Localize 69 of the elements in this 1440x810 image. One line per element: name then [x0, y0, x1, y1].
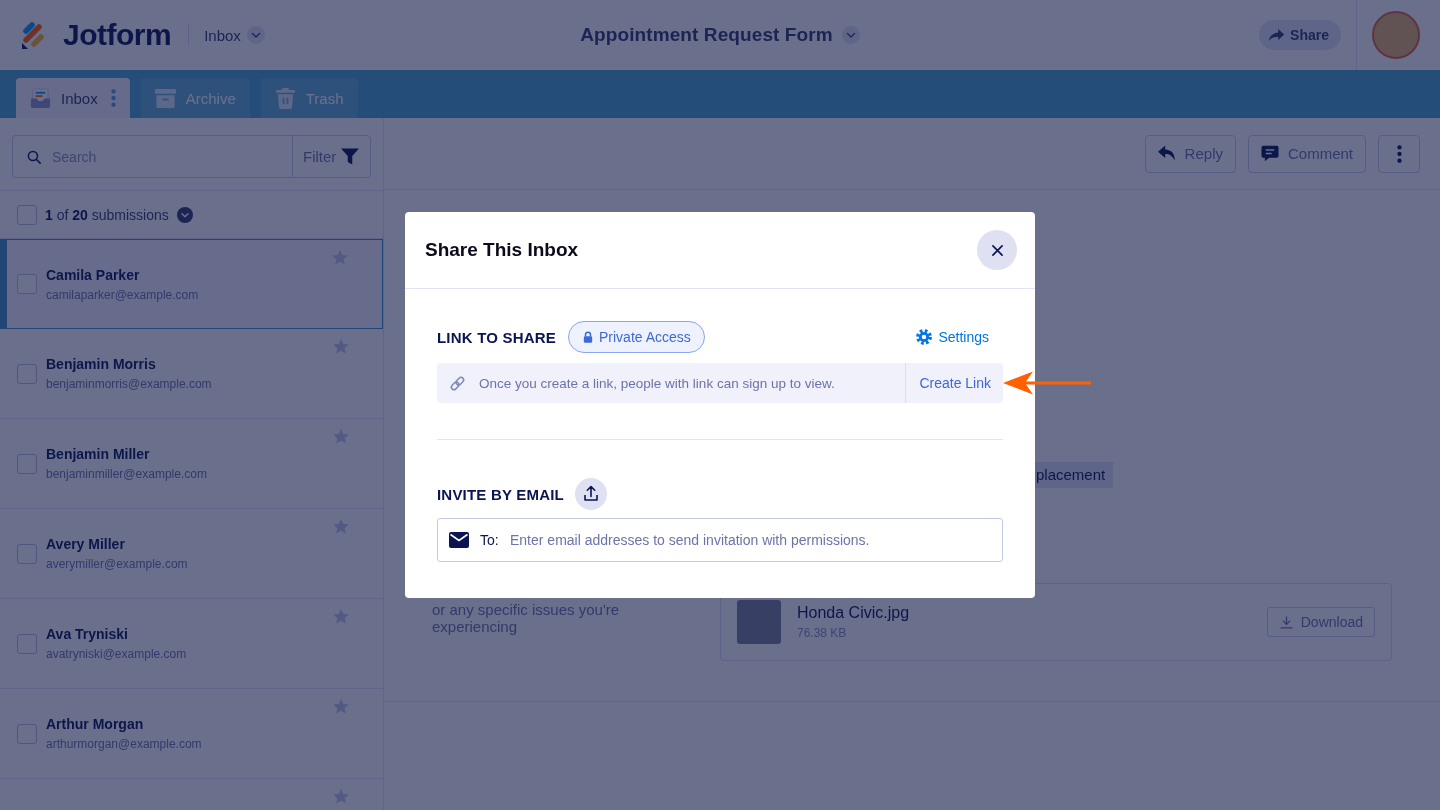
file-name[interactable]: Honda Civic.jpg	[797, 604, 910, 622]
chevron-down-icon[interactable]	[176, 206, 193, 223]
submitter-name: Benjamin Miller	[46, 446, 151, 462]
kebab-menu-icon[interactable]	[110, 88, 116, 108]
checkbox[interactable]	[17, 363, 37, 384]
submitter-name: Camila Parker	[46, 266, 141, 283]
field-description: or any specific issues you're experiencing	[432, 601, 621, 635]
star-icon[interactable]	[333, 609, 349, 624]
trash-icon	[274, 87, 296, 109]
star-icon[interactable]	[333, 789, 349, 804]
download-button[interactable]: Download	[1266, 607, 1375, 637]
tag: placement	[1035, 462, 1114, 488]
upload-icon[interactable]	[574, 478, 607, 510]
submitter-email: averymiller@example.com	[46, 557, 188, 571]
kebab-menu-icon	[1396, 143, 1402, 164]
inbox-tray-icon	[30, 87, 51, 109]
link-icon	[449, 374, 466, 392]
settings-button[interactable]: Settings	[916, 329, 989, 345]
form-title: Appointment Request Form	[580, 24, 833, 46]
avatar[interactable]	[1372, 11, 1420, 59]
chevron-down-icon[interactable]	[246, 26, 265, 44]
checkbox[interactable]	[17, 274, 37, 294]
submitter-name: Benjamin Morris	[46, 356, 157, 372]
chevron-down-icon[interactable]	[841, 26, 860, 44]
star-icon[interactable]	[333, 699, 349, 714]
lock-icon	[583, 331, 593, 343]
star-icon[interactable]	[333, 339, 349, 354]
funnel-icon	[341, 148, 360, 165]
close-icon	[991, 244, 1003, 256]
checkbox[interactable]	[17, 204, 37, 225]
create-link-button[interactable]: Create Link	[905, 363, 1003, 403]
logo-text: Jotform	[63, 18, 172, 52]
settings-icon	[916, 329, 933, 345]
reply-icon	[1157, 145, 1176, 162]
access-badge[interactable]: Private Access	[568, 321, 705, 353]
checkbox[interactable]	[17, 633, 37, 654]
submission-count: 1 of 20 submissions	[45, 206, 169, 223]
close-button[interactable]	[977, 230, 1017, 270]
submitter-email: arthurmorgan@example.com	[46, 737, 202, 751]
to-label: To:	[480, 531, 499, 549]
star-icon[interactable]	[333, 519, 349, 534]
star-icon[interactable]	[333, 429, 349, 444]
section-label[interactable]: Inbox	[204, 26, 241, 44]
more-button[interactable]	[1378, 134, 1420, 173]
filter-button[interactable]: Filter	[292, 135, 371, 178]
photo-placeholder	[737, 600, 781, 644]
checkbox[interactable]	[17, 543, 37, 564]
dialog-title: Share This Inbox	[425, 239, 579, 261]
speech-bubble-icon	[1260, 145, 1279, 162]
checkbox[interactable]	[17, 453, 37, 474]
envelope-icon	[449, 532, 469, 548]
archive-box-icon	[154, 87, 176, 109]
reply-button[interactable]: Reply	[1144, 134, 1236, 173]
submitter-email: benjaminmorris@example.com	[46, 377, 212, 391]
submitter-email: avatryniski@example.com	[46, 647, 187, 661]
submitter-name: Ava Tryniski	[46, 626, 129, 642]
link-hint: Once you create a link, people with link can sign up to view.	[479, 375, 835, 391]
section-heading: INVITE BY EMAIL	[437, 485, 564, 503]
download-icon	[1279, 615, 1293, 629]
submitter-name: Arthur Morgan	[46, 716, 145, 732]
submitter-email: benjaminmiller@example.com	[46, 467, 207, 481]
comment-button[interactable]: Comment	[1247, 134, 1366, 173]
section-heading: LINK TO SHARE	[437, 328, 556, 346]
search-icon	[27, 150, 41, 164]
checkbox[interactable]	[17, 723, 37, 744]
submitter-name: Avery Miller	[46, 536, 126, 552]
share-icon	[1268, 28, 1286, 42]
share-button[interactable]: Share	[1259, 20, 1341, 50]
tab[interactable]: Inbox	[16, 78, 130, 118]
